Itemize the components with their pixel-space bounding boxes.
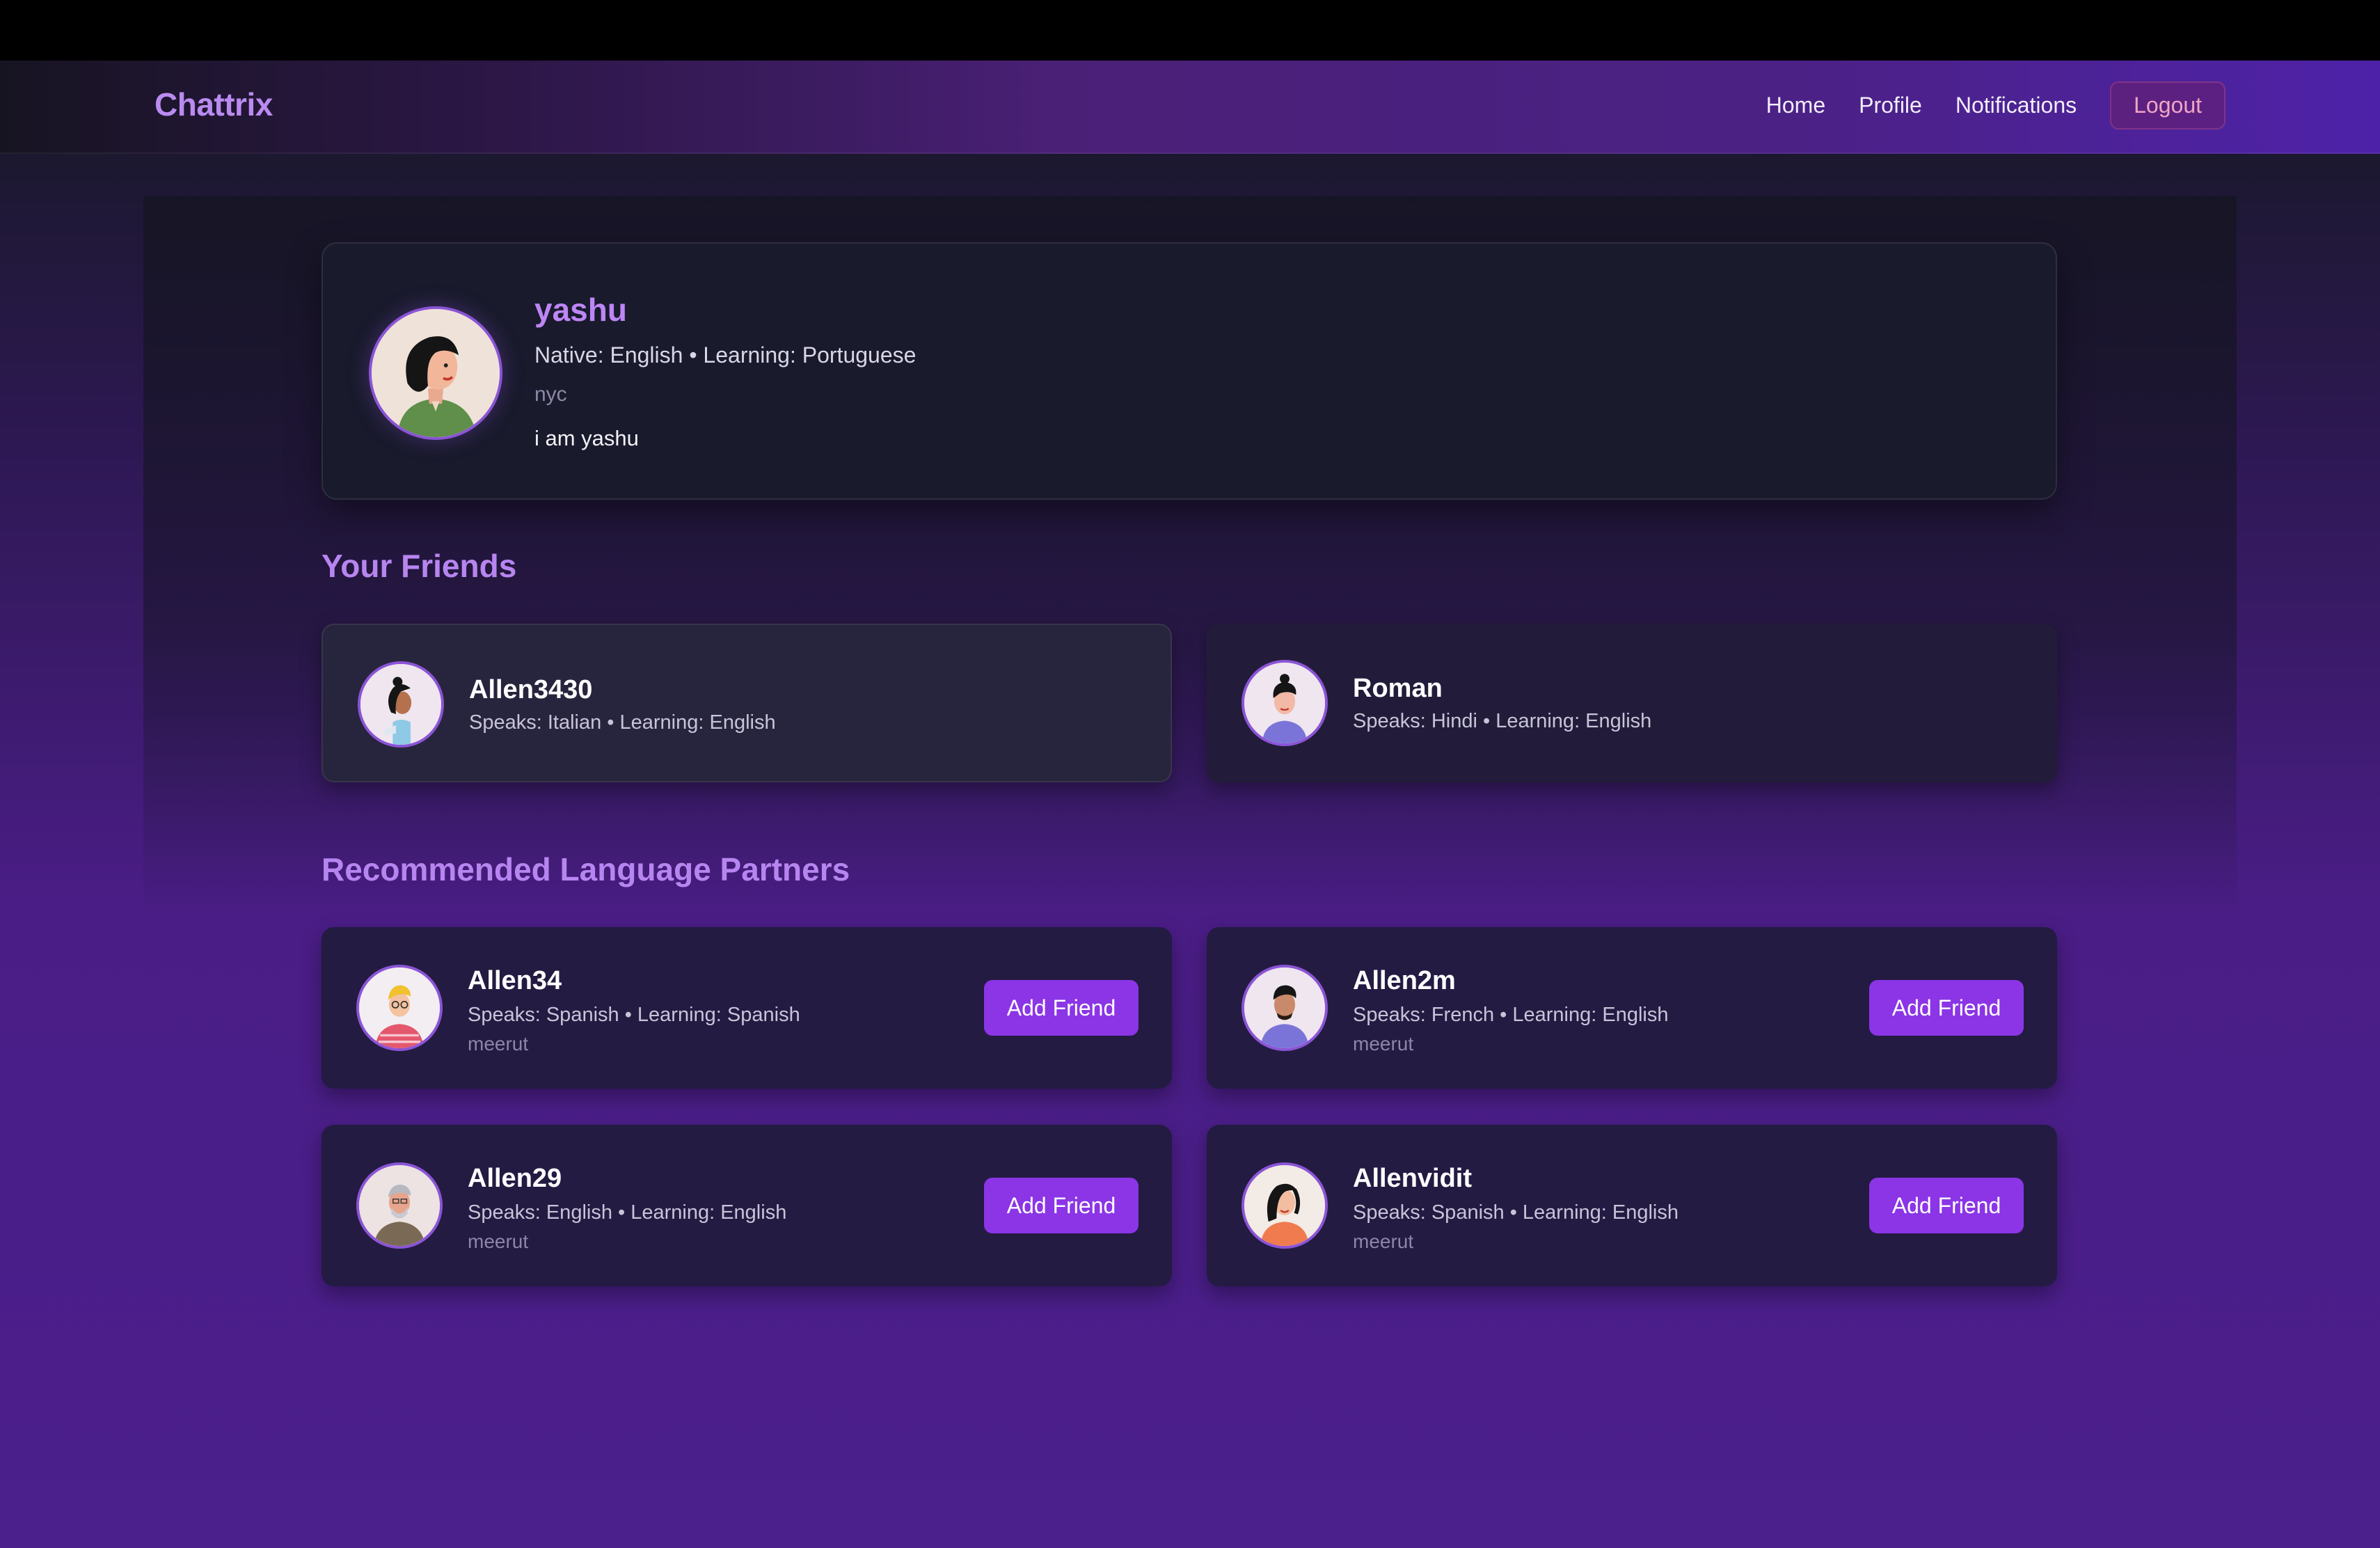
add-friend-button[interactable]: Add Friend [1869,1178,2024,1233]
partner-name: Allenvidit [1353,1164,1473,1193]
profile-name: yashu [534,292,627,328]
logout-button[interactable]: Logout [2110,81,2226,129]
woman-avatar-icon [369,306,502,440]
nav-notifications-link[interactable]: Notifications [1955,93,2077,118]
profile-languages: Native: English • Learning: Portuguese [534,342,917,368]
system-top-bar [0,0,2380,61]
person-avatar-icon [1241,1162,1328,1249]
profile-location: nyc [534,383,567,406]
add-friend-button[interactable]: Add Friend [984,980,1139,1036]
partner-name: Allen29 [468,1164,562,1193]
partner-location: meerut [468,1231,529,1252]
add-friend-button[interactable]: Add Friend [984,1178,1139,1233]
partner-card: Allen34 Speaks: Spanish • Learning: Span… [322,927,1172,1089]
partner-name: Allen2m [1353,966,1456,995]
navbar: Chattrix Home Profile Notifications Logo… [0,61,2380,154]
brand-logo[interactable]: Chattrix [154,86,273,123]
friend-languages: Speaks: Italian • Learning: English [469,711,776,734]
person-avatar-icon [356,1162,443,1249]
partner-card: Allen29 Speaks: English • Learning: Engl… [322,1125,1172,1286]
partner-card: Allenvidit Speaks: Spanish • Learning: E… [1207,1125,2057,1286]
partner-languages: Speaks: English • Learning: English [468,1201,787,1224]
partner-location: meerut [468,1033,529,1055]
person-avatar-icon [1241,660,1328,746]
partner-languages: Speaks: Spanish • Learning: Spanish [468,1004,800,1026]
partner-name: Allen34 [468,966,562,995]
nav-home-link[interactable]: Home [1766,93,1825,118]
partner-location: meerut [1353,1033,1414,1055]
recommended-section-title: Recommended Language Partners [322,851,850,887]
friends-section-title: Your Friends [322,548,517,584]
friend-name: Roman [1353,674,1443,703]
partner-location: meerut [1353,1231,1414,1252]
partner-card: Allen2m Speaks: French • Learning: Engli… [1207,927,2057,1089]
add-friend-button[interactable]: Add Friend [1869,980,2024,1036]
profile-card: yashu Native: English • Learning: Portug… [322,242,2057,500]
friend-card[interactable]: Roman Speaks: Hindi • Learning: English [1207,624,2057,782]
nav-links: Home Profile Notifications Logout [1766,81,2226,129]
friend-name: Allen3430 [469,675,593,704]
partner-languages: Speaks: French • Learning: English [1353,1004,1669,1026]
person-avatar-icon [356,965,443,1051]
profile-bio: i am yashu [534,426,639,450]
friend-languages: Speaks: Hindi • Learning: English [1353,710,1652,732]
nav-profile-link[interactable]: Profile [1859,93,1922,118]
person-avatar-icon [1241,965,1328,1051]
person-avatar-icon [358,661,444,748]
partner-languages: Speaks: Spanish • Learning: English [1353,1201,1679,1224]
friend-card[interactable]: Allen3430 Speaks: Italian • Learning: En… [322,624,1172,782]
